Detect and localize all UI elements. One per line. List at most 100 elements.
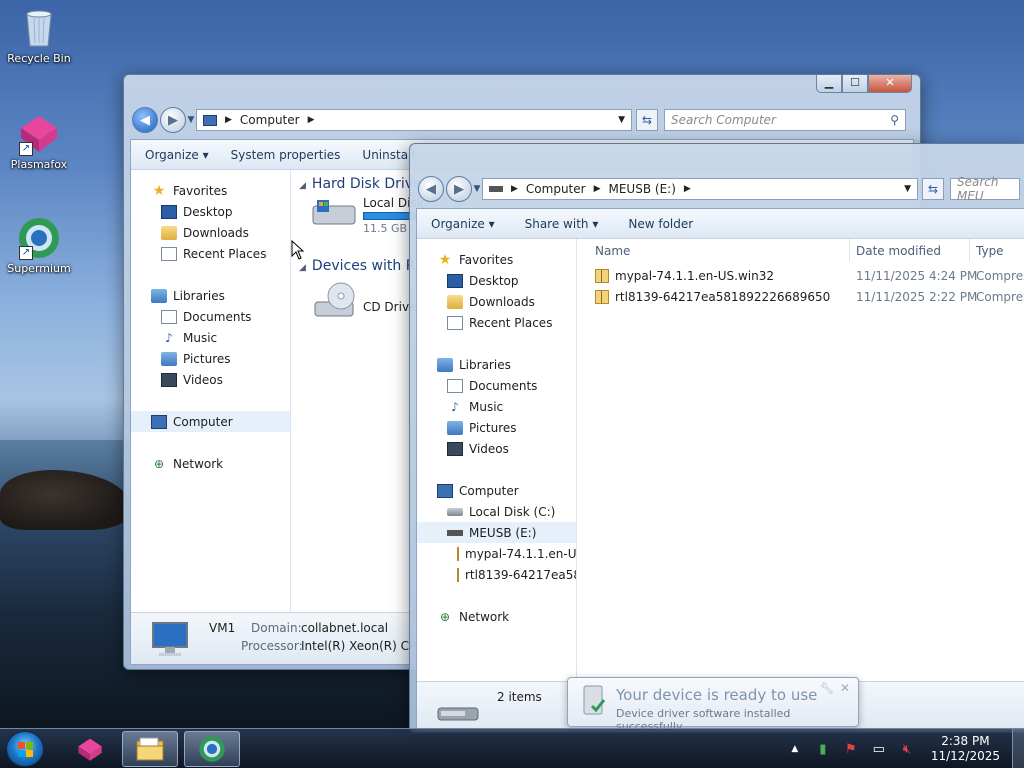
usb-drive-large-icon	[437, 704, 479, 722]
refresh-button[interactable]: ⇆	[922, 178, 944, 200]
folder-icon	[136, 737, 164, 761]
forward-button[interactable]: ▶	[160, 107, 186, 133]
action-center-flag-icon[interactable]: ⚑	[842, 740, 860, 758]
minimize-button[interactable]: ▁	[816, 75, 842, 93]
organize-button[interactable]: Organize ▾	[145, 148, 209, 162]
search-input[interactable]: Search MEU	[950, 175, 1020, 203]
document-icon	[447, 378, 463, 393]
forward-button[interactable]: ▶	[446, 176, 472, 202]
show-hidden-icons-icon[interactable]: ▲	[786, 740, 804, 758]
nav-pictures[interactable]: Pictures	[417, 417, 576, 438]
nav-libraries[interactable]: Libraries	[131, 285, 290, 306]
pc-monitor-icon	[147, 621, 193, 659]
computer-name: VM1	[209, 621, 236, 635]
file-name: mypal-74.1.1.en-US.win32	[615, 269, 774, 283]
nav-pictures[interactable]: Pictures	[131, 348, 290, 369]
desktop-icon-supermium[interactable]: ↗ Supermium	[0, 216, 78, 275]
file-type: Compress	[976, 290, 1024, 304]
star-icon: ★	[438, 251, 452, 268]
desktop-icon-plasmafox[interactable]: ↗ Plasmafox	[0, 112, 78, 171]
nav-network[interactable]: ⊕ Network	[417, 606, 576, 627]
file-row[interactable]: mypal-74.1.1.en-US.win32 11/11/2025 4:24…	[595, 269, 1024, 283]
breadcrumb-separator-icon[interactable]: ▶	[308, 115, 315, 125]
nav-network[interactable]: ⊕ Network	[131, 453, 290, 474]
nav-favorites[interactable]: ★ Favorites	[131, 180, 290, 201]
settings-wrench-icon[interactable]: 🔧︎	[820, 682, 834, 695]
nav-desktop[interactable]: Desktop	[417, 270, 576, 291]
nav-folder-rtl8139[interactable]: rtl8139-64217ea58:	[417, 564, 576, 585]
music-note-icon: ♪	[451, 399, 459, 414]
network-status-icon[interactable]: ▭	[870, 740, 888, 758]
refresh-button[interactable]: ⇆	[636, 109, 658, 131]
supermium-icon: ↗	[17, 216, 61, 260]
safely-remove-hardware-icon[interactable]: ▮	[814, 740, 832, 758]
column-header-type[interactable]: Type	[976, 244, 1004, 258]
file-name: rtl8139-64217ea581892226689650	[615, 290, 831, 304]
system-tray: ▲ ▮ ⚑ ▭ 🔇︎ 2:38 PM 11/12/2025	[781, 729, 1024, 768]
nav-videos[interactable]: Videos	[131, 369, 290, 390]
group-header-removable[interactable]: ◢ Devices with R	[299, 258, 415, 274]
nav-folder-mypal[interactable]: mypal-74.1.1.en-U	[417, 543, 576, 564]
recent-pages-chevron-icon[interactable]: ▼	[186, 115, 196, 125]
show-desktop-button[interactable]	[1012, 729, 1024, 768]
column-header-date-modified[interactable]: Date modified	[856, 244, 941, 258]
desktop-icon-recycle-bin[interactable]: Recycle Bin	[0, 6, 78, 65]
taskbar-supermium[interactable]	[184, 731, 240, 767]
breadcrumb-computer[interactable]: Computer	[240, 113, 300, 127]
column-divider[interactable]	[969, 239, 970, 261]
breadcrumb-separator-icon[interactable]: ▶	[594, 184, 601, 194]
nav-computer[interactable]: Computer	[131, 411, 290, 432]
nav-local-disk[interactable]: Local Disk (C:)	[417, 501, 576, 522]
column-header-name[interactable]: Name	[595, 244, 630, 258]
nav-music[interactable]: ♪ Music	[131, 327, 290, 348]
close-notification-icon[interactable]: ✕	[840, 681, 850, 695]
cd-drive-icon	[311, 280, 357, 320]
search-input[interactable]: Search Computer ⚲	[664, 109, 906, 131]
nav-favorites[interactable]: ★ Favorites	[417, 249, 576, 270]
maximize-button[interactable]: ☐	[842, 75, 868, 93]
nav-recent-places[interactable]: Recent Places	[417, 312, 576, 333]
address-dropdown-icon[interactable]: ▼	[618, 115, 625, 125]
taskbar-windows-explorer[interactable]	[122, 731, 178, 767]
recycle-bin-icon	[17, 6, 61, 50]
meusb-window[interactable]: ◀ ▶ ▼ ▶ Computer ▶ MEUSB (E:) ▶ ▼ ⇆ Sear…	[409, 143, 1024, 733]
navigation-pane: ★ Favorites Desktop Downloads Recent Plac…	[417, 239, 577, 681]
nav-desktop[interactable]: Desktop	[131, 201, 290, 222]
nav-downloads[interactable]: Downloads	[131, 222, 290, 243]
address-dropdown-icon[interactable]: ▼	[904, 184, 911, 194]
recent-pages-chevron-icon[interactable]: ▼	[472, 184, 482, 194]
nav-documents[interactable]: Documents	[131, 306, 290, 327]
taskbar-plasmafox[interactable]	[62, 731, 118, 767]
nav-libraries[interactable]: Libraries	[417, 354, 576, 375]
file-row[interactable]: rtl8139-64217ea581892226689650 11/11/202…	[595, 290, 1024, 304]
breadcrumb-meusb[interactable]: MEUSB (E:)	[609, 182, 676, 196]
share-with-button[interactable]: Share with ▾	[525, 217, 599, 231]
start-button[interactable]	[6, 731, 44, 767]
address-bar[interactable]: ▶ Computer ▶ MEUSB (E:) ▶ ▼	[482, 178, 918, 200]
breadcrumb-separator-icon[interactable]: ▶	[684, 184, 691, 194]
column-divider[interactable]	[849, 239, 850, 261]
system-properties-button[interactable]: System properties	[231, 148, 341, 162]
back-button[interactable]: ◀	[418, 176, 444, 202]
back-button[interactable]: ◀	[132, 107, 158, 133]
uninstall-button[interactable]: Uninstall	[362, 148, 414, 162]
nav-recent-places[interactable]: Recent Places	[131, 243, 290, 264]
nav-computer[interactable]: Computer	[417, 480, 576, 501]
items-count: 2 items	[497, 690, 542, 704]
organize-button[interactable]: Organize ▾	[431, 217, 495, 231]
computer-icon	[437, 483, 453, 498]
nav-music[interactable]: ♪ Music	[417, 396, 576, 417]
nav-meusb[interactable]: MEUSB (E:)	[417, 522, 576, 543]
new-folder-button[interactable]: New folder	[628, 217, 693, 231]
nav-downloads[interactable]: Downloads	[417, 291, 576, 312]
nav-videos[interactable]: Videos	[417, 438, 576, 459]
clock[interactable]: 2:38 PM 11/12/2025	[931, 734, 1000, 764]
device-ready-notification[interactable]: Your device is ready to use Device drive…	[567, 677, 859, 733]
breadcrumb-computer[interactable]: Computer	[526, 182, 586, 196]
address-bar[interactable]: ▶ Computer ▶ ▼	[196, 109, 632, 131]
nav-documents[interactable]: Documents	[417, 375, 576, 396]
volume-muted-icon[interactable]: 🔇︎	[898, 740, 916, 758]
computer-icon	[203, 114, 217, 126]
command-bar: Organize ▾ Share with ▾ New folder	[417, 209, 1024, 239]
close-button[interactable]: ✕	[868, 75, 912, 93]
